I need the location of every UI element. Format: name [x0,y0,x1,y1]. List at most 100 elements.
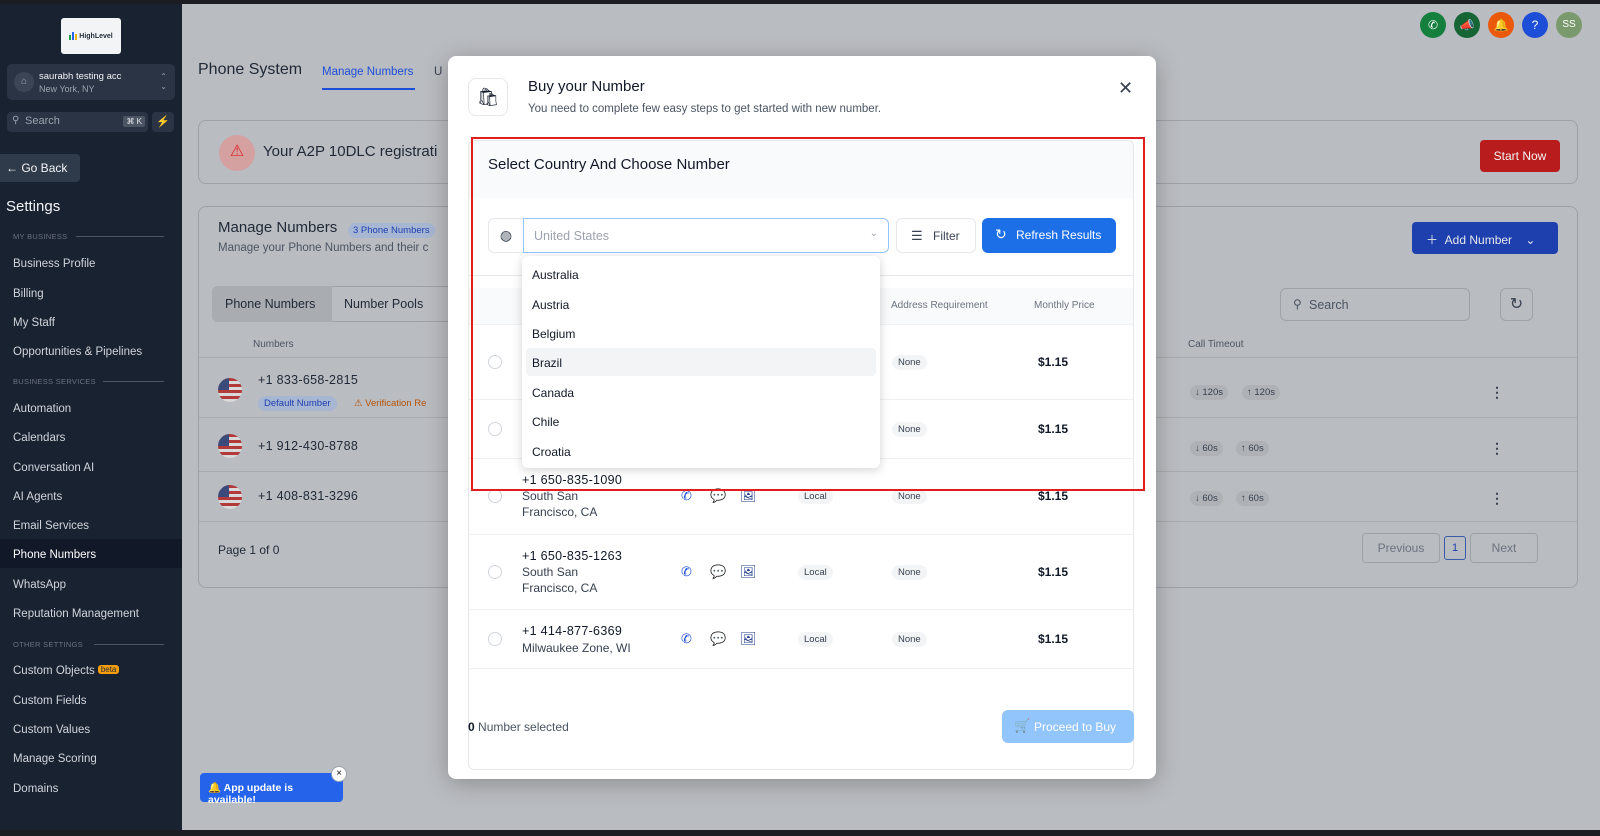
row-menu-icon[interactable]: ⋮ [1490,440,1504,457]
page-number-button[interactable]: 1 [1444,536,1466,560]
sidebar-search[interactable]: ⚲ Search ⌘ K [7,112,148,132]
row-radio[interactable] [488,565,502,579]
sidebar-item-conversation-ai[interactable]: Conversation AI [13,462,94,474]
filter-icon: ☰ [911,228,923,243]
tab-number-pools[interactable]: Number Pools [344,297,423,311]
go-back-button[interactable]: ← Go Back [0,154,80,182]
sidebar-item-billing[interactable]: Billing [13,288,44,300]
app-update-toast[interactable]: 🔔 App update is available! [200,773,343,806]
manage-numbers-subtitle: Manage your Phone Numbers and their c [218,242,429,254]
mms-icon: 🖼 [740,488,757,503]
filter-button[interactable]: ☰ Filter [896,218,976,253]
quick-action-bolt-icon[interactable]: ⚡ [152,112,174,132]
help-icon[interactable]: ? [1522,12,1548,38]
sidebar-item-ai-agents[interactable]: AI Agents [13,491,62,503]
avatar[interactable]: SS [1556,12,1582,38]
row-radio[interactable] [488,422,502,436]
refresh-results-button[interactable]: ↻ Refresh Results [982,218,1116,253]
refresh-icon[interactable]: ↻ [1500,288,1533,321]
account-switcher[interactable]: ⌂ saurabh testing acc New York, NY ⌃ ⌄ [7,64,175,100]
account-name: saurabh testing acc [39,71,122,82]
header-address-requirement: Address Requirement [891,300,988,311]
sidebar-item-email-services[interactable]: Email Services [13,520,89,532]
sidebar-item-manage-scoring[interactable]: Manage Scoring [13,753,97,765]
country-option[interactable]: Austria [526,290,876,318]
sidebar-item-reputation[interactable]: Reputation Management [13,608,139,620]
price: $1.15 [1038,489,1069,503]
close-icon[interactable]: × [331,766,347,782]
page-info: Page 1 of 0 [218,543,280,557]
address-pill: None [892,632,927,647]
section-business-services: BUSINESS SERVICES [13,377,96,386]
country-option[interactable]: Chile [526,407,876,435]
country-option-highlighted[interactable]: Brazil [526,348,876,376]
sms-icon: 💬 [710,488,727,503]
country-option[interactable]: Canada [526,378,876,406]
timeout-out: ↑ 120s [1242,385,1280,400]
bell-icon[interactable]: 🔔 [1488,12,1514,38]
default-number-badge: Default Number [258,396,337,411]
previous-button[interactable]: Previous [1362,533,1440,563]
type-pill: Local [798,565,833,580]
megaphone-icon[interactable]: 📣 [1454,12,1480,38]
next-button[interactable]: Next [1470,533,1538,563]
timeout-out: ↑ 60s [1236,441,1269,456]
sidebar-item-whatsapp[interactable]: WhatsApp [13,579,66,591]
tab-manage-numbers[interactable]: Manage Numbers [322,66,413,78]
mms-icon: 🖼 [740,631,757,646]
buy-number-modal: 🛍 Buy your Number You need to complete f… [448,56,1156,779]
address-pill: None [892,422,927,437]
chevron-down-icon: ⌄ [869,228,878,239]
sms-icon: 💬 [710,631,727,646]
alert-text: Your A2P 10DLC registrati [263,143,438,160]
country-select[interactable]: United States ⌄ [523,218,889,253]
timeout-in: ↓ 60s [1190,441,1223,456]
sms-icon: 💬 [710,564,727,579]
selected-count: 0 Number selected [468,720,569,734]
sidebar-item-my-staff[interactable]: My Staff [13,317,55,329]
header-numbers: Numbers [253,339,294,350]
sidebar-item-domains[interactable]: Domains [13,783,58,795]
phone-number: +1 408-831-3296 [258,489,359,503]
phone-count-badge: 3 Phone Numbers [348,223,435,238]
sidebar-item-custom-fields[interactable]: Custom Fields [13,695,87,707]
active-tab-underline [322,88,415,90]
row-radio[interactable] [488,355,502,369]
beta-badge: beta [97,665,120,674]
refresh-icon: ↻ [995,226,1007,242]
tab-second[interactable]: U [434,66,442,78]
sidebar-item-opportunities[interactable]: Opportunities & Pipelines [13,346,142,358]
voice-icon: ✆ [681,488,692,503]
us-flag-icon [218,434,242,458]
numbers-search-input[interactable]: ⚲ Search [1280,288,1470,321]
start-now-button[interactable]: Start Now [1480,140,1560,172]
sidebar-item-calendars[interactable]: Calendars [13,432,65,444]
country-option[interactable]: Croatia [526,437,876,465]
type-pill: Local [798,632,833,647]
sidebar-item-automation[interactable]: Automation [13,403,71,415]
country-option[interactable]: Australia [526,260,876,288]
proceed-to-buy-button[interactable]: 🛒 Proceed to Buy [1002,710,1134,743]
us-flag-icon [218,485,242,509]
globe-icon[interactable]: ◍ [488,218,524,253]
price: $1.15 [1038,422,1069,436]
row-radio[interactable] [488,489,502,503]
close-icon[interactable]: ✕ [1118,78,1133,99]
country-option[interactable]: Belgium [526,319,876,347]
row-radio[interactable] [488,632,502,646]
sidebar-item-business-profile[interactable]: Business Profile [13,258,95,270]
sidebar-item-custom-values[interactable]: Custom Values [13,724,90,736]
phone-icon[interactable]: ✆ [1420,12,1446,38]
tab-phone-numbers[interactable]: Phone Numbers [212,286,332,322]
timeout-in: ↓ 120s [1190,385,1228,400]
address-pill: None [892,565,927,580]
shortcut-badge: ⌘ K [123,116,145,127]
logo: HighLevel [61,18,121,54]
add-number-button[interactable]: ＋ Add Number ⌄ [1412,222,1558,254]
settings-title: Settings [6,198,61,215]
sidebar-item-phone-numbers[interactable]: Phone Numbers [13,549,96,561]
row-menu-icon[interactable]: ⋮ [1490,384,1504,401]
address-pill: None [892,489,927,504]
row-menu-icon[interactable]: ⋮ [1490,490,1504,507]
sidebar-item-custom-objects[interactable]: Custom Objects beta [13,665,120,677]
